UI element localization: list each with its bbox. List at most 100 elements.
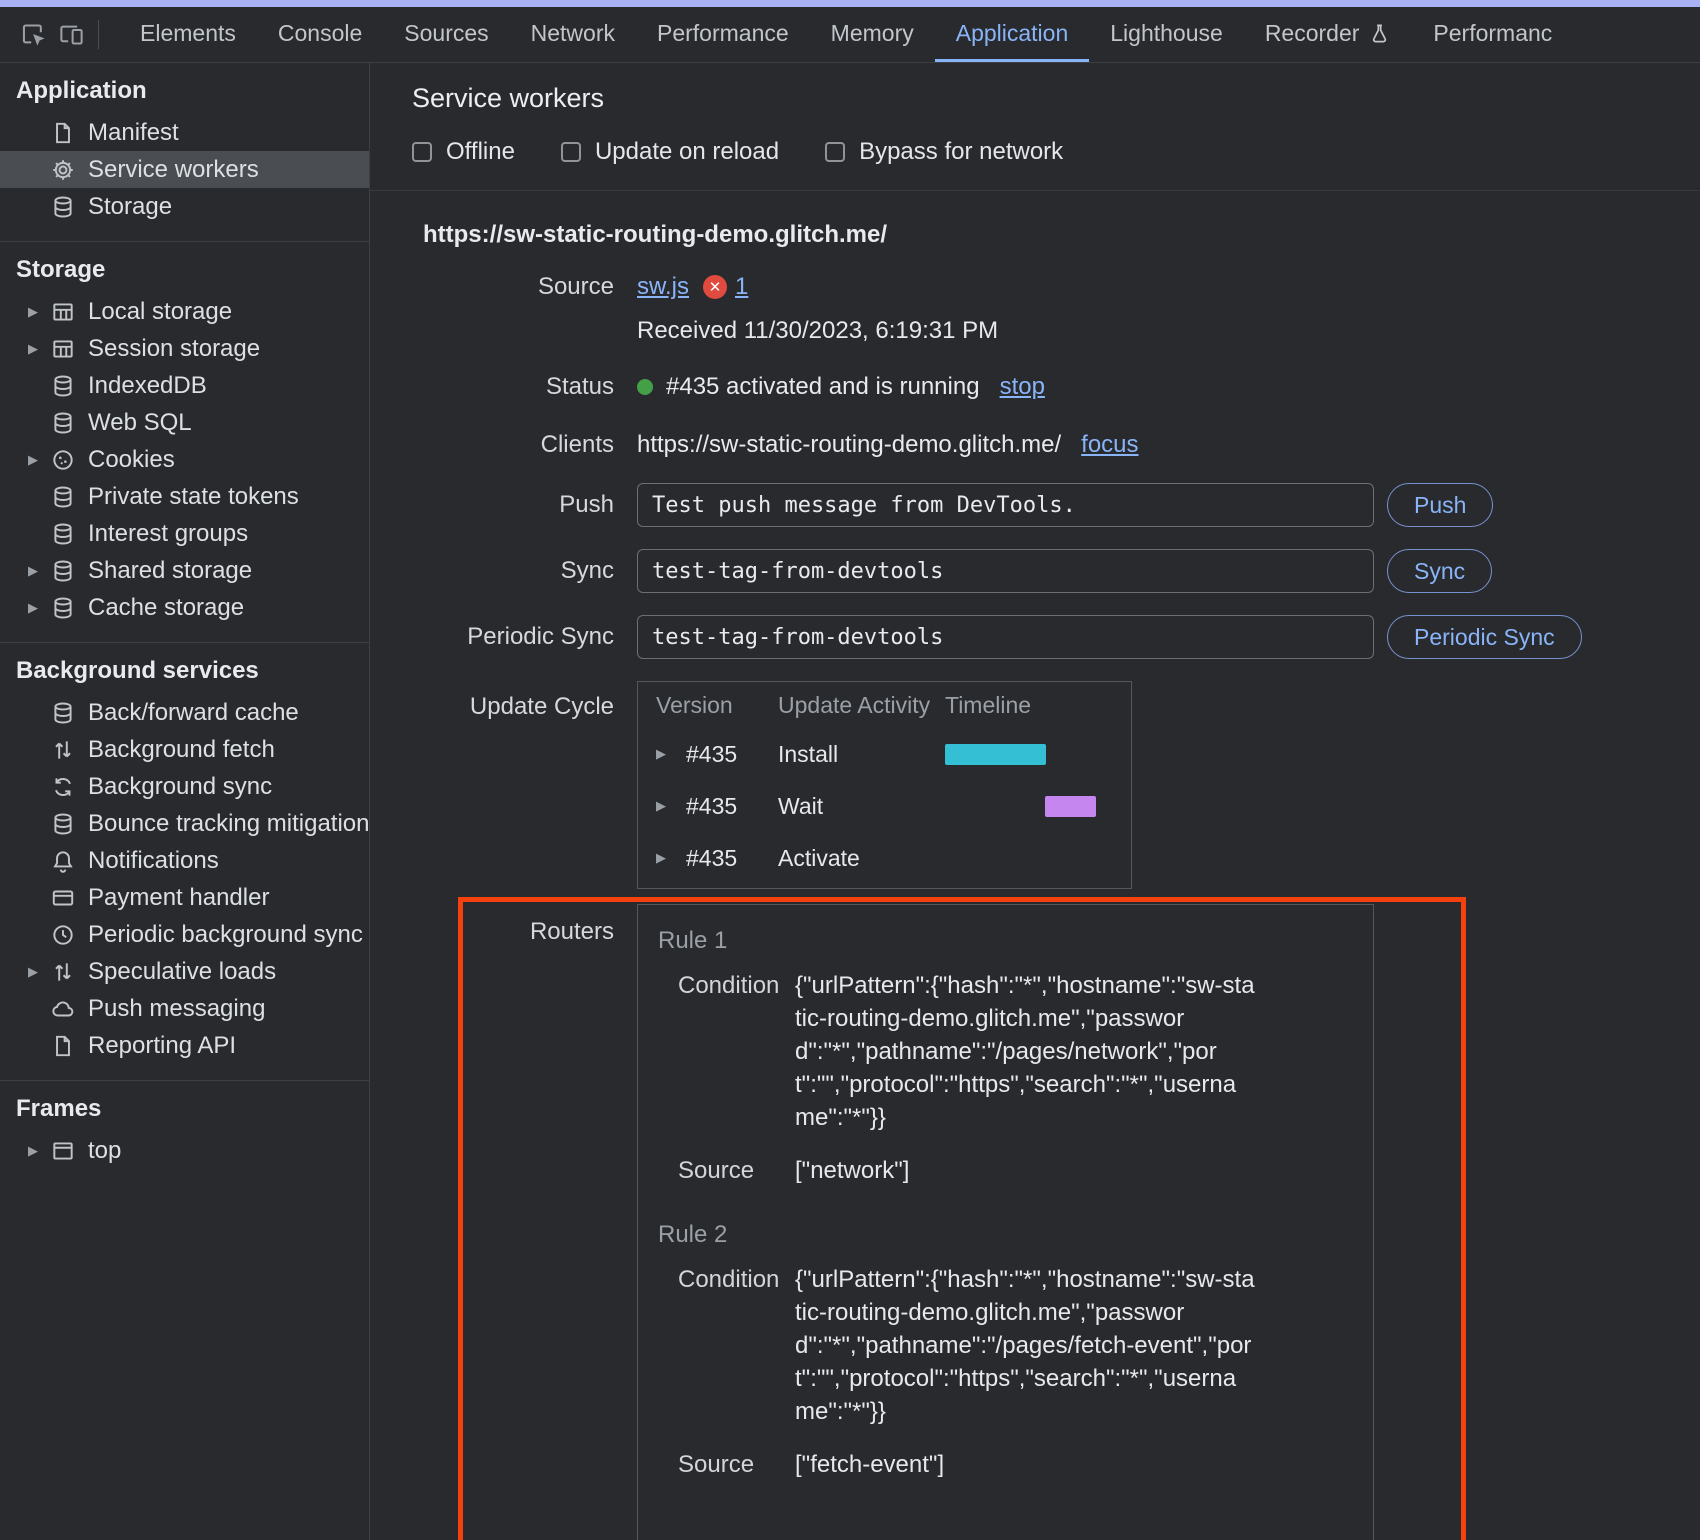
sidebar-item-indexeddb[interactable]: ▶ IndexedDB (0, 367, 369, 404)
client-url: https://sw-static-routing-demo.glitch.me… (637, 431, 1061, 459)
sidebar-item-speculative-loads[interactable]: ▶ Speculative loads (0, 953, 369, 990)
expand-arrow-icon[interactable]: ▶ (28, 600, 50, 616)
expand-arrow-icon[interactable]: ▶ (28, 964, 50, 980)
update-cycle-row: Update Cycle Version Update Activity Tim… (412, 681, 1700, 889)
tab-application[interactable]: Application (935, 7, 1090, 62)
sidebar-section-title: Background services (0, 656, 369, 686)
sidebar-item-manifest[interactable]: ▶ Manifest (0, 114, 369, 151)
sidebar-item-storage[interactable]: ▶ Storage (0, 188, 369, 225)
source-file-link[interactable]: sw.js (637, 273, 689, 301)
document-icon (50, 120, 76, 146)
experiment-flask-icon (1368, 22, 1391, 45)
rule-condition-value: {"urlPattern":{"hash":"*","hostname":"sw… (795, 1263, 1255, 1428)
database-icon (50, 410, 76, 436)
sidebar-item-push-messaging[interactable]: ▶ Push messaging (0, 990, 369, 1027)
sidebar-item-session-storage[interactable]: ▶ Session storage (0, 330, 369, 367)
update-cycle-header: Version Update Activity Timeline (638, 682, 1131, 728)
panel-tabs: Elements Console Sources Network Perform… (119, 7, 1573, 62)
sidebar-item-notifications[interactable]: ▶ Notifications (0, 842, 369, 879)
tab-network[interactable]: Network (510, 7, 636, 62)
update-cycle-label: Update Cycle (412, 681, 614, 721)
sidebar-item-private-state-tokens[interactable]: ▶ Private state tokens (0, 478, 369, 515)
error-count-link[interactable]: 1 (735, 273, 748, 301)
database-icon (50, 558, 76, 584)
tab-elements[interactable]: Elements (119, 7, 257, 62)
cookie-icon (50, 447, 76, 473)
offline-label: Offline (446, 138, 515, 166)
stop-link[interactable]: stop (1000, 373, 1045, 401)
sync-icon (50, 774, 76, 800)
update-on-reload-checkbox[interactable] (561, 142, 581, 162)
tab-sources[interactable]: Sources (383, 7, 509, 62)
sidebar-item-background-sync[interactable]: ▶ Background sync (0, 768, 369, 805)
update-cycle-install-row[interactable]: ▶ #435 Install (638, 728, 1131, 780)
database-icon (50, 700, 76, 726)
inspect-element-icon[interactable] (14, 7, 52, 62)
database-icon (50, 521, 76, 547)
expand-arrow-icon[interactable]: ▶ (28, 452, 50, 468)
tab-performance[interactable]: Performance (636, 7, 810, 62)
column-version: Version (656, 692, 778, 719)
cloud-icon (50, 996, 76, 1022)
tab-recorder-label: Recorder (1265, 20, 1360, 47)
sidebar-section-storage: Storage ▶ Local storage ▶ Session storag… (0, 242, 369, 643)
database-icon (50, 373, 76, 399)
sidebar-item-cookies[interactable]: ▶ Cookies (0, 441, 369, 478)
received-timestamp: Received 11/30/2023, 6:19:31 PM (637, 317, 998, 345)
sidebar-section-title: Storage (0, 255, 369, 285)
focus-link[interactable]: focus (1081, 431, 1138, 459)
device-toolbar-icon[interactable] (52, 7, 90, 62)
sidebar-item-back-forward-cache[interactable]: ▶ Back/forward cache (0, 694, 369, 731)
tab-lighthouse[interactable]: Lighthouse (1089, 7, 1244, 62)
offline-checkbox[interactable] (412, 142, 432, 162)
error-icon[interactable]: ✕ (703, 275, 727, 299)
rule-condition-row: Condition {"urlPattern":{"hash":"*","hos… (678, 969, 1353, 1134)
expand-arrow-icon[interactable]: ▶ (28, 563, 50, 579)
sidebar-item-service-workers[interactable]: ▶ Service workers (0, 151, 369, 188)
tab-recorder[interactable]: Recorder (1244, 7, 1413, 62)
tab-console[interactable]: Console (257, 7, 383, 62)
periodic-sync-button[interactable]: Periodic Sync (1387, 615, 1582, 659)
sidebar-item-bounce-tracking-mitigations[interactable]: ▶ Bounce tracking mitigations (0, 805, 369, 842)
tab-performance-insights[interactable]: Performanc (1412, 7, 1573, 62)
column-timeline: Timeline (945, 692, 1131, 719)
devtools-window: Elements Console Sources Network Perform… (0, 0, 1700, 1540)
sidebar-item-top[interactable]: ▶ top (0, 1132, 369, 1169)
expand-arrow-icon[interactable]: ▶ (28, 1143, 50, 1159)
bypass-for-network-checkbox[interactable] (825, 142, 845, 162)
push-button[interactable]: Push (1387, 483, 1493, 527)
update-on-reload-checkbox-row[interactable]: Update on reload (561, 138, 779, 166)
sidebar-item-periodic-background-sync[interactable]: ▶ Periodic background sync (0, 916, 369, 953)
source-label: Source (412, 273, 614, 301)
rule-condition-row: Condition {"urlPattern":{"hash":"*","hos… (678, 1263, 1353, 1428)
sync-tag-input[interactable] (637, 549, 1374, 593)
sidebar-item-cache-storage[interactable]: ▶ Cache storage (0, 589, 369, 626)
routers-label: Routers (412, 904, 614, 946)
bypass-for-network-checkbox-row[interactable]: Bypass for network (825, 138, 1063, 166)
sync-row: Sync Sync (412, 549, 1700, 593)
table-icon (50, 336, 76, 362)
expand-arrow-icon[interactable]: ▶ (656, 798, 686, 814)
clients-row: Clients https://sw-static-routing-demo.g… (412, 431, 1700, 459)
expand-arrow-icon[interactable]: ▶ (656, 746, 686, 762)
fetch-arrows-icon (50, 737, 76, 763)
sidebar-item-reporting-api[interactable]: ▶ Reporting API (0, 1027, 369, 1064)
expand-arrow-icon[interactable]: ▶ (656, 850, 686, 866)
expand-arrow-icon[interactable]: ▶ (28, 304, 50, 320)
sidebar-item-shared-storage[interactable]: ▶ Shared storage (0, 552, 369, 589)
periodic-sync-tag-input[interactable] (637, 615, 1374, 659)
update-cycle-table: Version Update Activity Timeline ▶ #435 … (637, 681, 1132, 889)
sidebar-item-web-sql[interactable]: ▶ Web SQL (0, 404, 369, 441)
push-message-input[interactable] (637, 483, 1374, 527)
update-cycle-activate-row[interactable]: ▶ #435 Activate (638, 832, 1131, 884)
expand-arrow-icon[interactable]: ▶ (28, 341, 50, 357)
offline-checkbox-row[interactable]: Offline (412, 138, 515, 166)
sidebar-item-local-storage[interactable]: ▶ Local storage (0, 293, 369, 330)
tab-memory[interactable]: Memory (810, 7, 935, 62)
sidebar-item-payment-handler[interactable]: ▶ Payment handler (0, 879, 369, 916)
sidebar-item-interest-groups[interactable]: ▶ Interest groups (0, 515, 369, 552)
condition-label: Condition (678, 1263, 795, 1296)
sync-button[interactable]: Sync (1387, 549, 1492, 593)
update-cycle-wait-row[interactable]: ▶ #435 Wait (638, 780, 1131, 832)
sidebar-item-background-fetch[interactable]: ▶ Background fetch (0, 731, 369, 768)
